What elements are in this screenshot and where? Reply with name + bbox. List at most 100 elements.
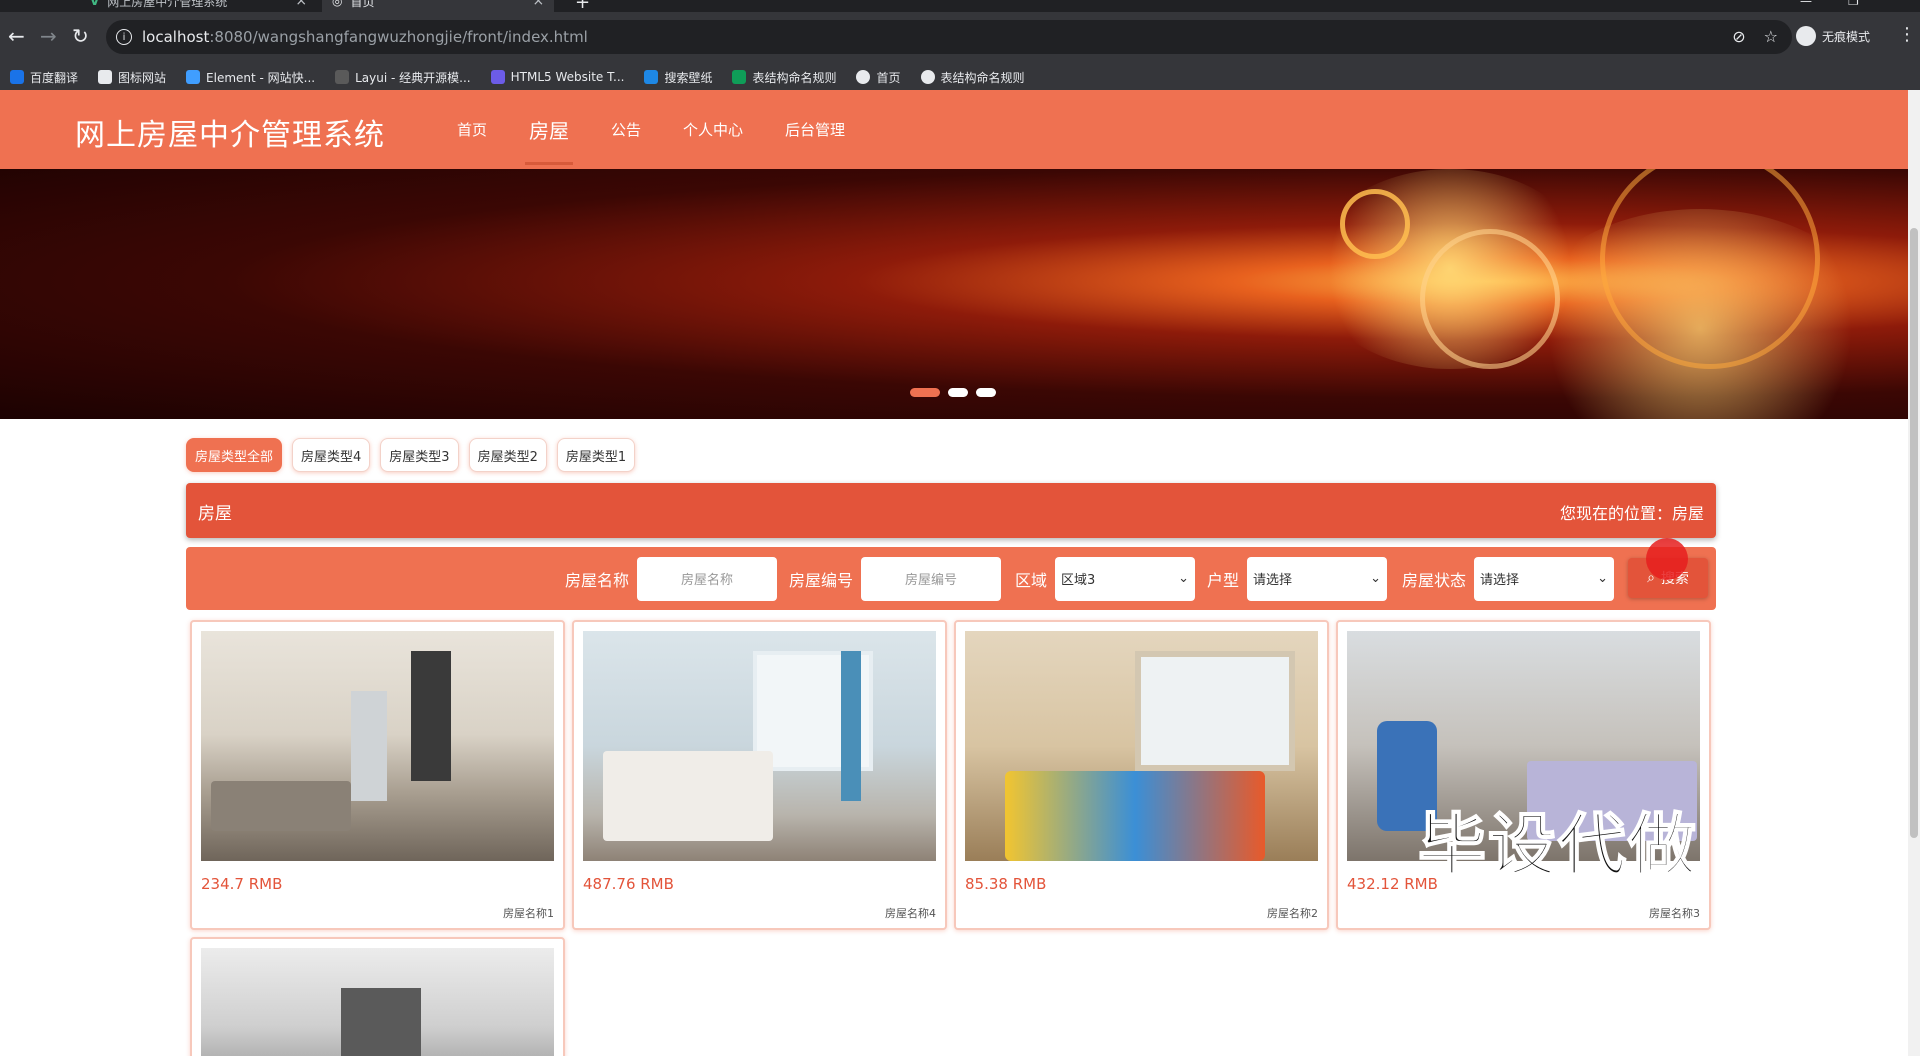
layout-label: 户型 xyxy=(1207,570,1240,590)
nav-admin[interactable]: 后台管理 xyxy=(771,90,859,169)
nav-home[interactable]: 首页 xyxy=(443,90,501,169)
name-field: 房屋名称 房屋名称 xyxy=(565,547,778,610)
section-title: 房屋 xyxy=(198,504,232,524)
forward-icon[interactable]: → xyxy=(40,26,57,46)
restore-icon[interactable]: ❐ xyxy=(1848,0,1859,8)
globe-icon: ◎ xyxy=(332,0,343,8)
layout-select[interactable]: 请选择 ⌄ xyxy=(1247,556,1388,601)
bookmark-item[interactable]: 表结构命名规则 xyxy=(732,69,836,86)
star-icon[interactable]: ☆ xyxy=(1764,27,1778,46)
browser-tab-strip: V 网上房屋中介管理系统 × ◎ 首页 × + — ❐ xyxy=(0,0,1920,13)
fridge-shape xyxy=(351,691,387,801)
page-viewport: 网上房屋中介管理系统 首页 房屋 公告 个人中心 后台管理 房屋类型全部 房屋类… xyxy=(0,90,1908,1056)
listing-card[interactable]: 234.7 RMB 房屋名称1 xyxy=(190,620,565,930)
url-input[interactable]: i localhost :8080/wangshangfangwuzhongji… xyxy=(106,20,1792,54)
bookmark-label: Layui - 经典开源模... xyxy=(355,70,471,85)
click-indicator xyxy=(1646,538,1688,580)
bookmark-label: 百度翻译 xyxy=(30,70,79,85)
reload-icon[interactable]: ↻ xyxy=(72,26,89,46)
flag-icon xyxy=(98,70,113,84)
chevron-down-icon: ⌄ xyxy=(1178,571,1190,586)
carousel-dot[interactable] xyxy=(948,388,968,397)
banner-swirl xyxy=(1420,229,1560,369)
listing-card[interactable]: 85.38 RMB 房屋名称2 xyxy=(954,620,1329,930)
site-header: 网上房屋中介管理系统 首页 房屋 公告 个人中心 后台管理 xyxy=(0,90,1908,169)
bookmark-item[interactable]: 百度翻译 xyxy=(10,69,78,86)
scrollbar[interactable] xyxy=(1908,90,1920,1056)
filter-type-4[interactable]: 房屋类型4 xyxy=(292,438,371,472)
browser-tab-2[interactable]: ◎ 首页 × xyxy=(322,0,555,12)
html5-icon xyxy=(490,70,505,84)
bookmark-label: 首页 xyxy=(876,70,901,85)
carousel-dot[interactable] xyxy=(910,388,940,397)
url-path: :8080/wangshangfangwuzhongjie/front/inde… xyxy=(209,28,588,46)
chevron-down-icon: ⌄ xyxy=(1597,571,1609,586)
bookmark-item[interactable]: Layui - 经典开源模... xyxy=(335,69,471,86)
code-input[interactable]: 房屋编号 xyxy=(861,556,1002,601)
bookmark-label: 表结构命名规则 xyxy=(752,70,837,85)
listing-photo[interactable] xyxy=(201,631,554,861)
listing-photo[interactable] xyxy=(965,631,1318,861)
bookmark-item[interactable]: 搜索壁纸 xyxy=(644,69,712,86)
listing-price: 234.7 RMB xyxy=(201,875,283,893)
main-nav: 首页 房屋 公告 个人中心 后台管理 xyxy=(443,90,873,169)
scrollbar-thumb[interactable] xyxy=(1910,228,1918,838)
bookmark-item[interactable]: 首页 xyxy=(856,69,901,86)
wallpaper-icon xyxy=(644,70,659,84)
listing-photo[interactable] xyxy=(201,948,554,1056)
carousel-dot[interactable] xyxy=(976,388,996,397)
area-field: 区域 区域3 ⌄ xyxy=(1015,547,1196,610)
chevron-down-icon: ⌄ xyxy=(1370,571,1382,586)
status-select[interactable]: 请选择 ⌄ xyxy=(1474,556,1615,601)
filter-all[interactable]: 房屋类型全部 xyxy=(186,438,283,472)
filter-type-3[interactable]: 房屋类型3 xyxy=(380,438,459,472)
bookmark-label: 表结构命名规则 xyxy=(940,70,1025,85)
bookmarks-bar: 百度翻译 图标网站 Element - 网站快... Layui - 经典开源模… xyxy=(0,64,1920,90)
bookmark-item[interactable]: HTML5 Website T... xyxy=(490,70,625,84)
info-icon[interactable]: i xyxy=(116,29,132,45)
bookmark-label: 搜索壁纸 xyxy=(664,70,713,85)
incognito-icon xyxy=(1796,26,1816,46)
globe-icon xyxy=(856,70,871,84)
bookmark-item[interactable]: 图标网站 xyxy=(98,69,166,86)
area-label: 区域 xyxy=(1015,570,1048,590)
translate-icon xyxy=(10,70,24,84)
sheet-icon xyxy=(732,70,747,84)
location-text: 您现在的位置：房屋 xyxy=(1559,504,1704,523)
menu-icon[interactable]: ⋮ xyxy=(1898,24,1916,45)
listing-card[interactable] xyxy=(190,937,565,1056)
profile-label: 无痕模式 xyxy=(1822,29,1871,44)
banner-carousel[interactable] xyxy=(0,169,1908,419)
bookmark-item[interactable]: Element - 网站快... xyxy=(186,69,315,86)
breadcrumb: 房屋 您现在的位置：房屋 xyxy=(186,483,1716,538)
filter-type-1[interactable]: 房屋类型1 xyxy=(556,438,636,472)
incognito-profile[interactable]: 无痕模式 xyxy=(1796,26,1870,46)
close-icon[interactable]: × xyxy=(295,0,307,9)
banner-swirl xyxy=(1340,189,1410,259)
bed-shape xyxy=(1005,771,1265,861)
area-select[interactable]: 区域3 ⌄ xyxy=(1055,556,1196,601)
listing-photo[interactable] xyxy=(583,631,936,861)
listing-name: 房屋名称1 xyxy=(503,907,554,920)
nav-houses[interactable]: 房屋 xyxy=(515,90,583,169)
back-icon[interactable]: ← xyxy=(8,26,25,46)
minimize-icon[interactable]: — xyxy=(1800,0,1812,8)
element-icon xyxy=(186,70,201,84)
nav-notices[interactable]: 公告 xyxy=(597,90,655,169)
bookmark-label: HTML5 Website T... xyxy=(510,70,625,84)
eye-off-icon[interactable]: ⊘ xyxy=(1732,27,1745,46)
filter-type-2[interactable]: 房屋类型2 xyxy=(468,438,547,472)
area-value: 区域3 xyxy=(1061,573,1096,588)
vue-icon: V xyxy=(90,0,100,8)
bed-shape xyxy=(603,751,773,841)
tab-title: 网上房屋中介管理系统 xyxy=(107,0,228,9)
browser-tab-1[interactable]: V 网上房屋中介管理系统 × xyxy=(80,0,317,12)
bookmark-item[interactable]: 表结构命名规则 xyxy=(920,69,1025,86)
name-input[interactable]: 房屋名称 xyxy=(637,556,778,601)
close-icon[interactable]: × xyxy=(533,0,545,9)
nav-profile[interactable]: 个人中心 xyxy=(669,90,757,169)
door-shape xyxy=(411,651,451,781)
globe-icon xyxy=(920,70,935,84)
listing-card[interactable]: 487.76 RMB 房屋名称4 xyxy=(572,620,947,930)
layout-field: 户型 请选择 ⌄ xyxy=(1207,547,1388,610)
